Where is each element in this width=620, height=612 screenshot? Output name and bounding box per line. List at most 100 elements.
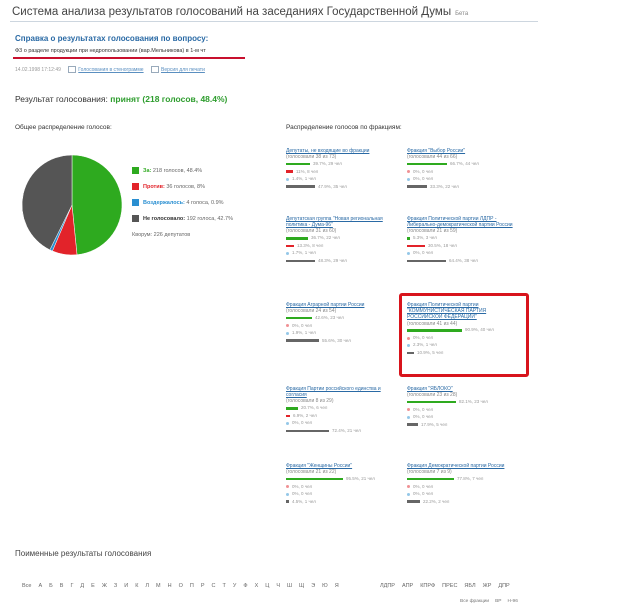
page-title-text: Система анализа результатов голосований … [12, 6, 452, 18]
faction-stat-text: 30.5%, 18 чел [428, 242, 457, 248]
faction-filter-link[interactable]: ПРЕС [442, 583, 457, 589]
faction-filter-link[interactable]: ЖР [483, 583, 492, 589]
faction-filter-link[interactable]: КПРФ [420, 583, 435, 589]
faction-stat-row: 6.9%, 2 чел [286, 412, 398, 420]
letter-filter[interactable]: Ю [322, 583, 328, 589]
faction-name-link[interactable]: Фракция Политической партии ЛДПР - Либер… [407, 216, 519, 228]
bottom-filter-link[interactable]: Н-96 [508, 599, 518, 604]
letter-filter[interactable]: Р [201, 583, 205, 589]
faction-stat-bar [286, 162, 310, 166]
legend-value: 36 голосов, 8% [166, 183, 205, 190]
faction-name-link[interactable]: Фракция Партии российского единства и со… [286, 386, 398, 398]
letter-filter[interactable]: Э [311, 583, 315, 589]
letter-filter[interactable]: Д [80, 583, 84, 589]
faction-stat-text: 20.7%, 6 чел [301, 405, 328, 411]
faction-stat-bar [286, 421, 289, 425]
faction-stat-row: 72.4%, 21 чел [286, 427, 398, 435]
legend-label: Не голосовало: [143, 215, 186, 222]
letter-filter[interactable]: У [233, 583, 237, 589]
letter-filter[interactable]: Ш [287, 583, 292, 589]
faction-stat-text: 0%, 0 чел [413, 414, 434, 420]
letter-filter[interactable]: И [124, 583, 128, 589]
faction-stat-bar [286, 259, 315, 263]
letter-filter[interactable]: Щ [299, 583, 304, 589]
legend-swatch [132, 215, 139, 222]
bottom-links: Все фракции ВР Н-96 [460, 599, 524, 604]
faction-stat-row: 13.3%, 8 чел [286, 242, 398, 250]
letter-filter[interactable]: М [156, 583, 161, 589]
named-results-title: Поименные результаты голосования [15, 549, 152, 558]
letter-filter[interactable]: А [38, 583, 42, 589]
legend-label: Воздержалось: [143, 199, 185, 206]
faction-stat-text: 0%, 0 чел [292, 491, 313, 497]
letter-filter[interactable]: В [60, 583, 64, 589]
letter-filter[interactable]: П [190, 583, 194, 589]
faction-stat-row: 22.2%, 2 чел [407, 498, 519, 506]
letter-filter[interactable]: Я [335, 583, 339, 589]
letter-filter[interactable]: Т [223, 583, 226, 589]
letter-filter[interactable]: Б [49, 583, 53, 589]
letter-filter[interactable]: О [179, 583, 183, 589]
faction-stat-bar [407, 237, 410, 240]
faction-stat-row: 95.5%, 21 чел [286, 475, 398, 483]
faction-stat-row: 55.6%, 30 чел [286, 337, 398, 345]
header-divider [10, 21, 538, 22]
faction-stat-bar [407, 259, 446, 263]
faction-stat-text: 1.7%, 1 чел [292, 250, 316, 256]
faction-filter-link[interactable]: ЛДПР [380, 583, 395, 589]
faction-stat-bar [407, 485, 410, 489]
letter-filter[interactable]: Ж [102, 583, 107, 589]
letter-filter[interactable]: Ф [243, 583, 247, 589]
faction-stat-text: 0%, 0 чел [292, 322, 313, 328]
faction-stat-text: 0%, 0 чел [413, 483, 434, 489]
faction-block: Фракция Аграрной партии России (голосовал… [286, 302, 398, 344]
letter-filter[interactable]: Е [91, 583, 95, 589]
reference-title: Справка о результатах голосования по воп… [15, 34, 209, 43]
faction-stat-text: 0%, 0 чел [292, 420, 313, 426]
faction-stat-text: 1.9%, 1 чел [292, 330, 316, 336]
faction-stat-bar [407, 400, 456, 404]
faction-stat-row: 36.7%, 22 чел [286, 235, 398, 243]
faction-stat-bar [286, 316, 312, 320]
faction-stat-row: 17.9%, 5 чел [407, 421, 519, 429]
letter-filter[interactable]: Ч [276, 583, 280, 589]
faction-stat-text: 13.3%, 8 чел [297, 242, 324, 248]
letter-filter[interactable]: Х [255, 583, 259, 589]
faction-stat-bar [407, 170, 410, 174]
faction-stat-text: 55.6%, 30 чел [322, 337, 351, 343]
faction-stat-bar [286, 485, 289, 489]
faction-stat-row: 0%, 0 чел [286, 322, 398, 330]
faction-filter-link[interactable]: ДПР [498, 583, 509, 589]
bottom-filter-link[interactable]: ВР [495, 599, 501, 604]
faction-filter-link[interactable]: ЯБЛ [464, 583, 475, 589]
faction-stat-bar [286, 237, 308, 240]
letter-filter[interactable]: К [135, 583, 138, 589]
faction-stat-row: 48.3%, 29 чел [286, 257, 398, 265]
faction-stat-row: 0%, 0 чел [286, 420, 398, 428]
faction-filter-link[interactable]: АПР [402, 583, 413, 589]
letter-filter[interactable]: Л [145, 583, 149, 589]
faction-stat-bar [407, 415, 410, 419]
letter-filter[interactable]: Г [70, 583, 73, 589]
letter-filter[interactable]: Н [168, 583, 172, 589]
faction-stat-row: 1.4%, 1 чел [286, 175, 398, 183]
print-link[interactable]: Версия для печати [161, 67, 205, 73]
faction-block: Фракция "Выбор России" (голосовали 44 из … [407, 148, 519, 190]
faction-stat-bar [407, 408, 410, 412]
letter-filter[interactable]: С [212, 583, 216, 589]
faction-stat-bar [286, 339, 319, 342]
faction-stat-text: 48.3%, 29 чел [318, 257, 347, 263]
faction-stat-text: 77.8%, 7 чел [457, 476, 484, 482]
bottom-filter-link[interactable]: Все фракции [460, 599, 489, 604]
letter-all[interactable]: Все [22, 583, 31, 589]
legend-swatch [132, 183, 139, 190]
legend-abstain: Воздержалось: 4 голоса, 0.9% [132, 199, 224, 206]
faction-name-link[interactable]: Депутатская группа "Новая региональная п… [286, 216, 398, 228]
faction-stat-bar [286, 324, 289, 328]
faction-stat-text: 6.9%, 2 чел [293, 412, 317, 418]
faction-stat-bar [407, 162, 447, 166]
letter-filter[interactable]: З [114, 583, 117, 589]
faction-stat-row: 0%, 0 чел [286, 490, 398, 498]
transcript-link[interactable]: Голосования в стенограмме [78, 67, 143, 73]
letter-filter[interactable]: Ц [265, 583, 269, 589]
